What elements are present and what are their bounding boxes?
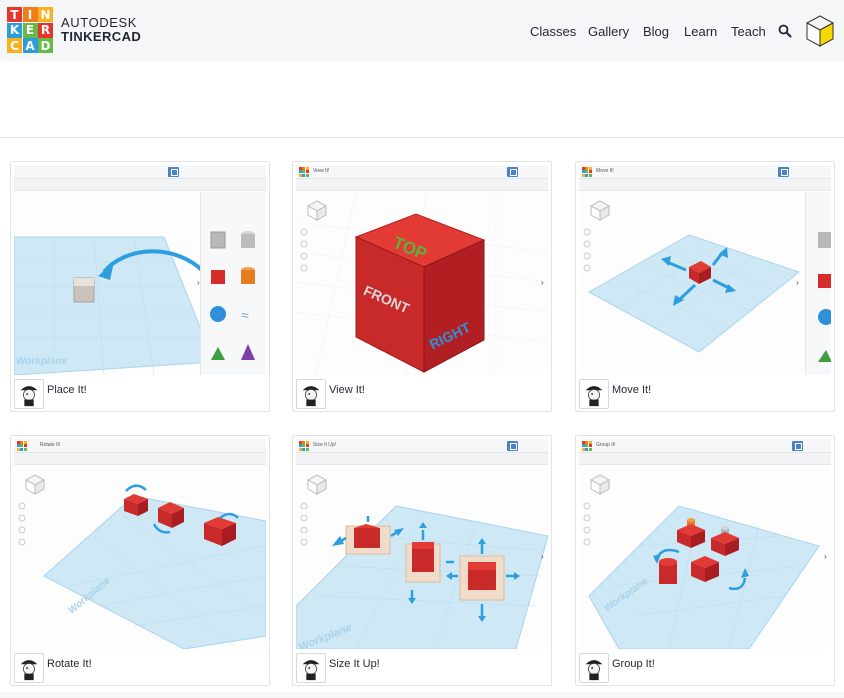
lesson-card-place-it[interactable]: Workplane ≈ › Place It!	[10, 161, 270, 412]
card-footer: View It!	[293, 377, 551, 411]
viewcube-scene: TOP FRONT RIGHT	[296, 191, 548, 375]
pirate-avatar-icon	[296, 653, 326, 683]
grid-view-icon	[168, 167, 179, 177]
editor-viewport: Workplane	[14, 466, 266, 649]
editor-subtoolbar	[14, 179, 266, 191]
search-icon[interactable]	[778, 24, 792, 38]
nav-blog[interactable]: Blog	[643, 24, 669, 39]
brand-wordmark[interactable]: AUTODESK TINKERCAD	[61, 16, 141, 44]
nav-teach[interactable]: Teach	[731, 24, 766, 39]
nav-gallery[interactable]: Gallery	[588, 24, 629, 39]
nav-learn[interactable]: Learn	[684, 24, 717, 39]
workplane-scene: Workplane	[296, 474, 548, 649]
editor-subtoolbar	[296, 179, 548, 191]
editor-toolbar: Group It!	[579, 439, 831, 453]
card-footer: Place It!	[11, 377, 269, 411]
lesson-title[interactable]: Move It!	[612, 384, 651, 396]
panel-collapse-icon[interactable]: ›	[197, 278, 200, 287]
logo-letter: R	[38, 22, 53, 38]
editor-viewport	[579, 192, 831, 375]
card-footer: Size It Up!	[293, 651, 551, 685]
editor-subtoolbar	[579, 453, 831, 465]
lesson-card-size-it-up[interactable]: Size It Up! Workplane › Size It Up!	[292, 435, 552, 686]
editor-viewport: Workplane	[296, 466, 548, 649]
grid-view-icon	[507, 441, 518, 451]
design-title: Group It!	[596, 442, 616, 448]
workplane-scene	[583, 200, 801, 353]
lesson-thumbnail[interactable]: Move It! ›	[579, 165, 831, 375]
lesson-title[interactable]: View It!	[329, 384, 365, 396]
lesson-thumbnail[interactable]: Workplane ≈ ›	[14, 165, 266, 375]
lesson-title[interactable]: Group It!	[612, 658, 655, 670]
editor-viewport: Workplane	[579, 466, 831, 649]
lesson-title[interactable]: Rotate It!	[47, 658, 92, 670]
workplane-scene: Workplane	[18, 474, 266, 649]
logo-letter: E	[22, 22, 38, 38]
nav-classes[interactable]: Classes	[530, 24, 576, 39]
pirate-avatar-icon	[579, 653, 609, 683]
editor-toolbar: Move It!	[579, 165, 831, 179]
pirate-avatar-icon	[14, 653, 44, 683]
shapes-panel: ≈	[200, 192, 266, 375]
editor-viewport: TOP FRONT RIGHT	[296, 191, 548, 375]
editor-toolbar	[14, 165, 266, 179]
panel-collapse-icon[interactable]: ›	[541, 278, 544, 287]
card-footer: Rotate It!	[11, 651, 269, 685]
pirate-avatar-icon	[14, 379, 44, 409]
logo-letter: N	[38, 7, 53, 22]
tinkercad-mini-logo	[17, 441, 27, 451]
lesson-title[interactable]: Size It Up!	[329, 658, 380, 670]
editor-toolbar: Rotate It!	[14, 439, 266, 453]
site-header: T I N K E R C A D AUTODESK TINKERCAD Cla…	[0, 0, 844, 61]
logo-letter: A	[22, 38, 38, 53]
section-divider	[0, 137, 844, 138]
lesson-card-group-it[interactable]: Group It! Workplane › Group It!	[575, 435, 835, 686]
page-bottom-edge	[0, 692, 844, 698]
logo-letter: C	[7, 38, 22, 53]
panel-collapse-icon[interactable]: ›	[824, 552, 827, 561]
design-title: View It!	[313, 168, 330, 174]
lesson-thumbnail[interactable]: Group It! Workplane ›	[579, 439, 831, 649]
grid-view-icon	[507, 167, 518, 177]
tinkercad-mini-logo	[582, 441, 592, 451]
editor-subtoolbar	[14, 453, 266, 465]
design-title: Move It!	[596, 168, 614, 174]
lesson-thumbnail[interactable]: Rotate It! Workplane	[14, 439, 266, 649]
shapes-panel	[805, 192, 831, 375]
pirate-avatar-icon	[579, 379, 609, 409]
svg-text:≈: ≈	[241, 307, 249, 323]
card-footer: Move It!	[576, 377, 834, 411]
design-title: Rotate It!	[40, 442, 61, 448]
editor-toolbar: View It!	[296, 165, 548, 179]
tinkercad-mini-logo	[582, 167, 592, 177]
lesson-thumbnail[interactable]: View It! TOP FRONT RIGHT ›	[296, 165, 548, 375]
logo-letter: K	[7, 22, 22, 38]
editor-subtoolbar	[296, 453, 548, 465]
panel-collapse-icon[interactable]: ›	[541, 552, 544, 561]
logo-letter: T	[7, 7, 22, 22]
lesson-card-rotate-it[interactable]: Rotate It! Workplane Rotate It!	[10, 435, 270, 686]
lesson-title[interactable]: Place It!	[47, 384, 87, 396]
tinkercad-logo[interactable]: T I N K E R C A D	[7, 7, 53, 53]
grid-view-icon	[792, 441, 803, 451]
design-title: Size It Up!	[313, 442, 337, 448]
cube-avatar-icon[interactable]	[805, 14, 835, 48]
logo-letter: I	[22, 7, 38, 22]
panel-collapse-icon[interactable]: ›	[796, 278, 799, 287]
editor-subtoolbar	[579, 179, 831, 191]
logo-letter: D	[38, 38, 53, 53]
workplane-scene: Workplane	[583, 474, 820, 649]
tinkercad-mini-logo	[299, 441, 309, 451]
brand-autodesk: AUTODESK	[61, 15, 138, 30]
workplane-label: Workplane	[16, 356, 67, 367]
grid-view-icon	[778, 167, 789, 177]
editor-toolbar: Size It Up!	[296, 439, 548, 453]
lesson-card-move-it[interactable]: Move It! › Move It!	[575, 161, 835, 412]
lesson-card-view-it[interactable]: View It! TOP FRONT RIGHT › View It!	[292, 161, 552, 412]
pirate-avatar-icon	[296, 379, 326, 409]
card-footer: Group It!	[576, 651, 834, 685]
lesson-thumbnail[interactable]: Size It Up! Workplane ›	[296, 439, 548, 649]
tinkercad-mini-logo	[299, 167, 309, 177]
brand-tinkercad: TINKERCAD	[61, 29, 142, 44]
